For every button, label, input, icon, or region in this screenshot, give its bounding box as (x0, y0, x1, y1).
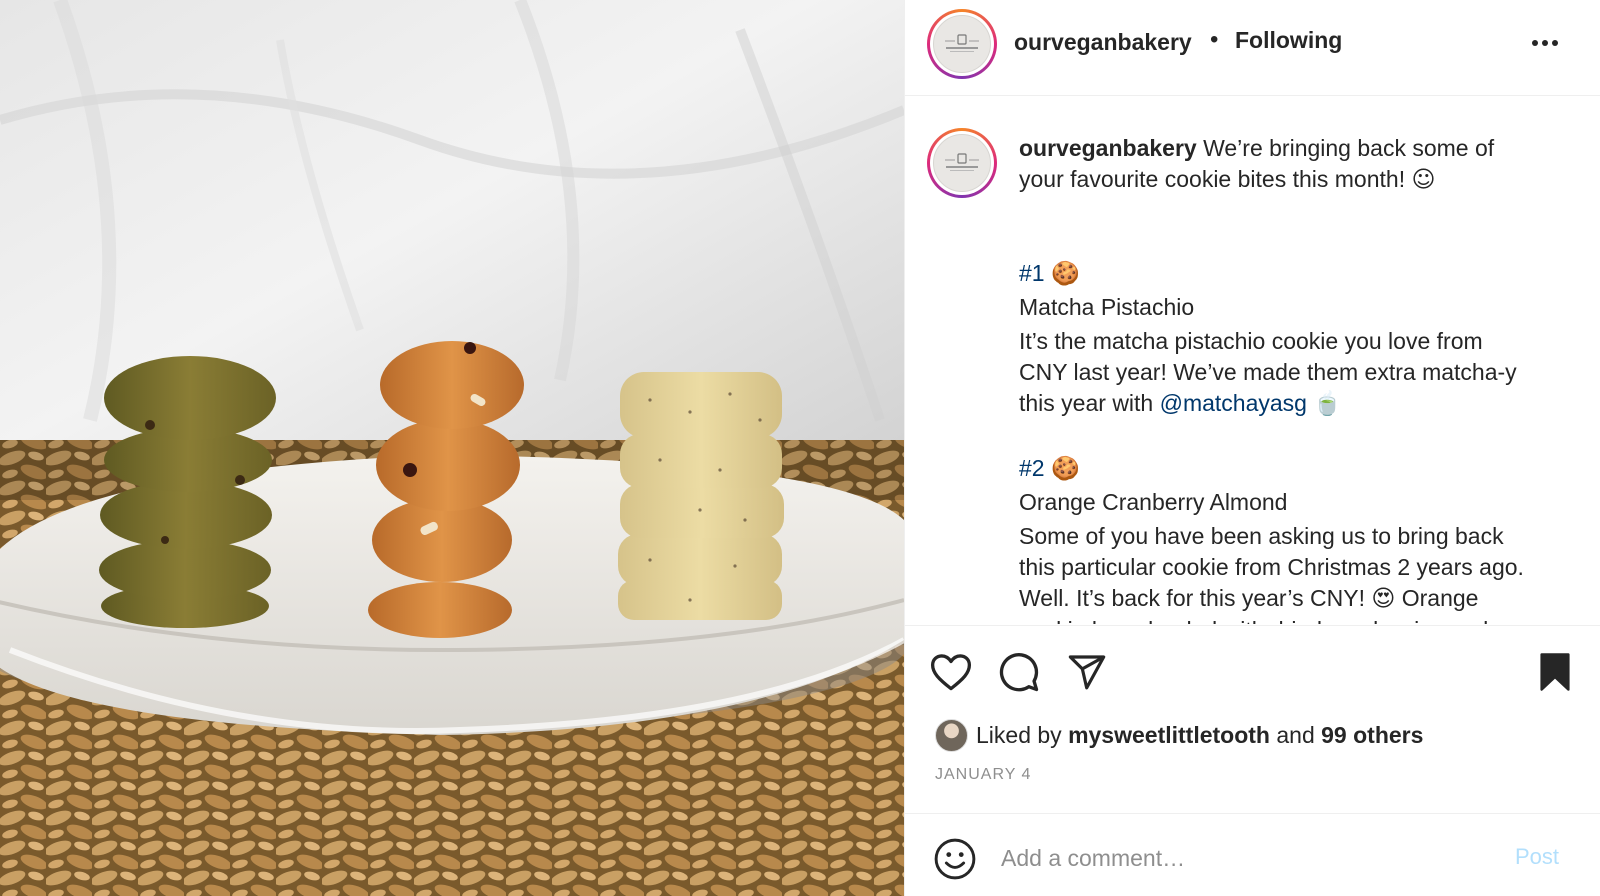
mention-link[interactable]: @matchayasg (1160, 390, 1307, 416)
caption-username[interactable]: ourveganbakery (1019, 135, 1197, 161)
caption-avatar[interactable] (927, 128, 997, 198)
speech-bubble-icon (999, 653, 1039, 692)
save-button[interactable] (1531, 648, 1579, 696)
cookie-photo-illustration (0, 0, 904, 896)
emoji-picker-button[interactable] (933, 837, 977, 881)
comment-button[interactable] (995, 648, 1043, 696)
username-link[interactable]: ourveganbakery (1014, 29, 1192, 56)
spacer-braille: ⠀⠀⠀⠀⠀⠀⠀⠀⠀⠀⠀⠀⠀⠀ (1019, 428, 1187, 446)
profile-avatar[interactable] (927, 9, 997, 79)
post-header: ourveganbakery • Following (905, 0, 1600, 96)
liker-username[interactable]: mysweetlittletooth (1068, 722, 1270, 749)
post-comment-button[interactable]: Post (1515, 844, 1559, 870)
paper-plane-icon (1068, 655, 1106, 690)
share-button[interactable] (1063, 648, 1111, 696)
smiling-emoji: ☺ (1411, 167, 1436, 193)
like-button[interactable] (927, 648, 975, 696)
bakery-logo-icon (933, 15, 991, 73)
caption-area[interactable]: ourveganbakery We’re bringing back some … (905, 97, 1600, 624)
likes-summary[interactable]: Liked by mysweetlittletooth and 99 other… (935, 718, 1423, 752)
heart-eyes-emoji: 😍 (1371, 586, 1396, 612)
hashtag-2[interactable]: #2 (1019, 455, 1045, 481)
more-dots-icon (1532, 40, 1558, 46)
post-photo[interactable] (0, 0, 904, 896)
likes-count[interactable]: 99 others (1321, 722, 1423, 749)
separator-dot: • (1210, 26, 1219, 53)
post-date[interactable]: JANUARY 4 (935, 766, 1031, 784)
spacer-braille: ⠀⠀⠀⠀⠀⠀⠀⠀⠀⠀⠀⠀⠀⠀ (1019, 202, 1187, 220)
comment-bar: Post (905, 813, 1600, 896)
comment-input[interactable] (1001, 836, 1481, 880)
post-side-panel: ourveganbakery • Following ourveganbaker… (904, 0, 1600, 896)
cookie-emoji: 🍪 (1050, 456, 1080, 482)
hashtag-1[interactable]: #1 (1019, 260, 1045, 286)
bakery-logo-icon (933, 134, 991, 192)
cookie-emoji: 🍪 (1050, 261, 1080, 287)
spacer-braille: ⠀⠀⠀⠀⠀⠀⠀⠀⠀⠀⠀⠀⠀⠀ (1019, 233, 1187, 251)
bookmark-filled-icon (1540, 653, 1570, 691)
tea-emoji: 🍵 (1313, 391, 1342, 417)
item1-name: Matcha Pistachio (1019, 294, 1195, 320)
following-button[interactable]: Following (1235, 27, 1342, 54)
post-caption: ourveganbakery We’re bringing back some … (1019, 133, 1574, 624)
item2-name: Orange Cranberry Almond (1019, 489, 1288, 515)
instagram-post: ourveganbakery • Following ourveganbaker… (0, 0, 1600, 896)
more-options-button[interactable] (1525, 28, 1565, 58)
smiley-icon (934, 838, 976, 880)
liker-avatar[interactable] (935, 718, 968, 752)
heart-outline-icon (930, 654, 972, 691)
